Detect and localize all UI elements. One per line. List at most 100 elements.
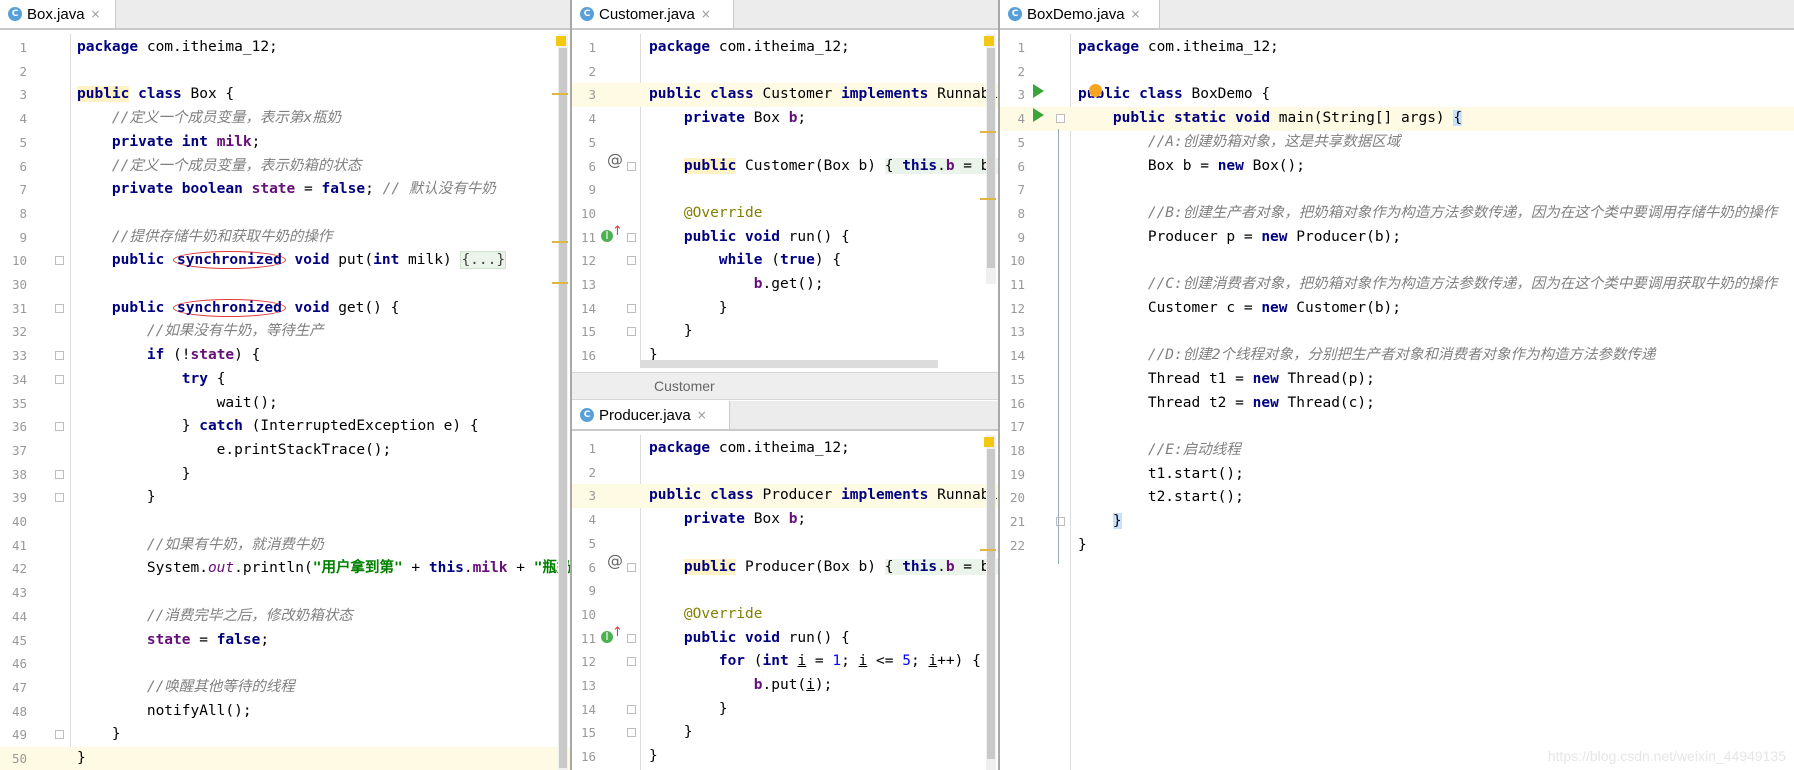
line-number[interactable]: 44 <box>5 605 27 629</box>
code-line[interactable]: 32 //如果没有牛奶，等待生产 <box>0 320 570 344</box>
fold-toggle-icon[interactable] <box>55 351 64 361</box>
line-number[interactable]: 33 <box>5 344 27 368</box>
code-line[interactable]: 6 Box b = new Box(); <box>1000 155 1794 179</box>
fold-toggle-icon[interactable] <box>627 256 636 266</box>
customer-code-editor[interactable]: 1 package com.itheima_12; 2 3 public class C… <box>572 34 998 368</box>
code-line[interactable]: 37 e.printStackTrace(); <box>0 439 570 463</box>
scroll-thumb[interactable] <box>559 48 567 768</box>
line-number[interactable]: 8 <box>5 202 27 226</box>
close-tab-icon[interactable]: × <box>1131 7 1141 21</box>
code-line[interactable]: 2 <box>572 461 998 485</box>
line-number[interactable]: 3 <box>5 83 27 107</box>
line-number[interactable]: 13 <box>574 273 596 297</box>
warning-indicator[interactable] <box>984 437 994 447</box>
fold-toggle-icon[interactable] <box>1056 114 1065 124</box>
line-number[interactable]: 15 <box>574 721 596 745</box>
line-number[interactable]: 5 <box>5 131 27 155</box>
code-line[interactable]: 3 public class Producer implements Runnab… <box>572 484 998 509</box>
horizontal-scrollbar[interactable] <box>640 360 938 368</box>
line-number[interactable]: 30 <box>5 273 27 297</box>
line-number[interactable]: 46 <box>5 652 27 676</box>
code-line[interactable]: 3 public class Customer implements Runnab… <box>572 83 998 108</box>
line-number[interactable]: 16 <box>574 344 596 368</box>
code-line[interactable]: 12 for (int i = 1; i <= 5; i++) { <box>572 650 998 674</box>
line-number[interactable]: 2 <box>5 60 27 84</box>
code-line[interactable]: 41 //如果有牛奶，就消费牛奶 <box>0 534 570 558</box>
code-line[interactable]: 38 } <box>0 463 570 487</box>
tab-customer-java[interactable]: C Customer.java × <box>572 0 734 28</box>
line-number[interactable]: 49 <box>5 723 27 747</box>
fold-toggle-icon[interactable] <box>55 469 64 479</box>
code-line[interactable]: 43 <box>0 581 570 605</box>
code-line[interactable]: 33 if (!state) { <box>0 344 570 368</box>
code-line[interactable]: 9 <box>572 178 998 202</box>
code-line[interactable]: 4 private Box b; <box>572 508 998 532</box>
line-number[interactable]: 21 <box>1003 510 1025 534</box>
line-number[interactable]: 31 <box>5 297 27 321</box>
line-number[interactable]: 45 <box>5 629 27 653</box>
code-line[interactable]: 13 b.put(i); <box>572 674 998 698</box>
code-line[interactable]: 44 //消费完毕之后，修改奶箱状态 <box>0 605 570 629</box>
fold-toggle-icon[interactable] <box>627 728 636 738</box>
line-number[interactable]: 6 <box>574 556 596 580</box>
tab-box-java[interactable]: C Box.java × <box>0 0 116 28</box>
line-number[interactable]: 39 <box>5 486 27 510</box>
code-line[interactable]: 10 @Override <box>572 202 998 226</box>
fold-toggle-icon[interactable] <box>627 657 636 667</box>
line-number[interactable]: 38 <box>5 463 27 487</box>
code-line[interactable]: 11 public void run() { <box>572 627 998 651</box>
code-line[interactable]: 30 <box>0 273 570 297</box>
code-line[interactable]: 12 Customer c = new Customer(b); <box>1000 297 1794 321</box>
code-line[interactable]: 48 notifyAll(); <box>0 700 570 724</box>
scroll-thumb[interactable] <box>987 449 995 759</box>
code-line[interactable]: 42 System.out.println("用户拿到第" + this.mil… <box>0 557 570 581</box>
code-line[interactable]: 2 <box>572 60 998 84</box>
code-line[interactable]: 17 <box>1000 415 1794 439</box>
error-stripe-mark[interactable] <box>980 131 996 133</box>
code-line[interactable]: 36 } catch (InterruptedException e) { <box>0 415 570 439</box>
breadcrumb-class[interactable]: Customer <box>654 378 715 394</box>
line-number[interactable]: 11 <box>1003 273 1025 297</box>
line-number[interactable]: 47 <box>5 676 27 700</box>
line-number[interactable]: 1 <box>1003 36 1025 60</box>
scroll-thumb[interactable] <box>987 48 995 268</box>
producer-code-editor[interactable]: 1 package com.itheima_12; 2 3 public class P… <box>572 435 998 770</box>
fold-toggle-icon[interactable] <box>55 303 64 313</box>
code-line[interactable]: 39 } <box>0 486 570 510</box>
code-line[interactable]: 21 } <box>1000 510 1794 534</box>
fold-toggle-icon[interactable] <box>627 161 636 171</box>
code-line[interactable]: 1 package com.itheima_12; <box>0 36 570 60</box>
code-line[interactable]: 3 public class Box { <box>0 83 570 107</box>
line-number[interactable]: 15 <box>574 320 596 344</box>
code-line[interactable]: 31 public synchronized void get() { <box>0 297 570 321</box>
code-line[interactable]: 10 public synchronized void put(int milk… <box>0 249 570 273</box>
error-stripe-mark[interactable] <box>980 549 996 551</box>
code-line[interactable]: 15 } <box>572 320 998 344</box>
line-number[interactable]: 3 <box>574 484 596 508</box>
line-number[interactable]: 36 <box>5 415 27 439</box>
producer-vertical-scrollbar[interactable] <box>986 435 996 770</box>
line-number[interactable]: 42 <box>5 557 27 581</box>
warning-indicator[interactable] <box>556 36 566 46</box>
fold-toggle-icon[interactable] <box>627 327 636 337</box>
code-line[interactable]: 8 //B:创建生产者对象，把奶箱对象作为构造方法参数传递，因为在这个类中要调用… <box>1000 202 1794 226</box>
fold-toggle-icon[interactable] <box>627 704 636 714</box>
fold-toggle-icon[interactable] <box>55 374 64 384</box>
code-line[interactable]: 4 //定义一个成员变量，表示第x瓶奶 <box>0 107 570 131</box>
line-number[interactable]: 10 <box>574 603 596 627</box>
line-number[interactable]: 1 <box>574 36 596 60</box>
line-number[interactable]: 22 <box>1003 534 1025 558</box>
breadcrumb[interactable]: Customer <box>572 372 998 400</box>
fold-toggle-icon[interactable] <box>55 256 64 266</box>
boxdemo-code-editor[interactable]: 1 package com.itheima_12; 2 3 public class B… <box>1000 34 1794 770</box>
line-number[interactable]: 13 <box>574 674 596 698</box>
line-number[interactable]: 16 <box>574 745 596 769</box>
code-line[interactable]: 15 Thread t1 = new Thread(p); <box>1000 368 1794 392</box>
code-line[interactable]: 10 <box>1000 249 1794 273</box>
line-number[interactable]: 9 <box>574 579 596 603</box>
code-line[interactable]: 13 <box>1000 320 1794 344</box>
code-line[interactable]: 1 package com.itheima_12; <box>1000 36 1794 60</box>
line-number[interactable]: 5 <box>1003 131 1025 155</box>
code-line[interactable]: 22} <box>1000 534 1794 558</box>
line-number[interactable]: 2 <box>1003 60 1025 84</box>
